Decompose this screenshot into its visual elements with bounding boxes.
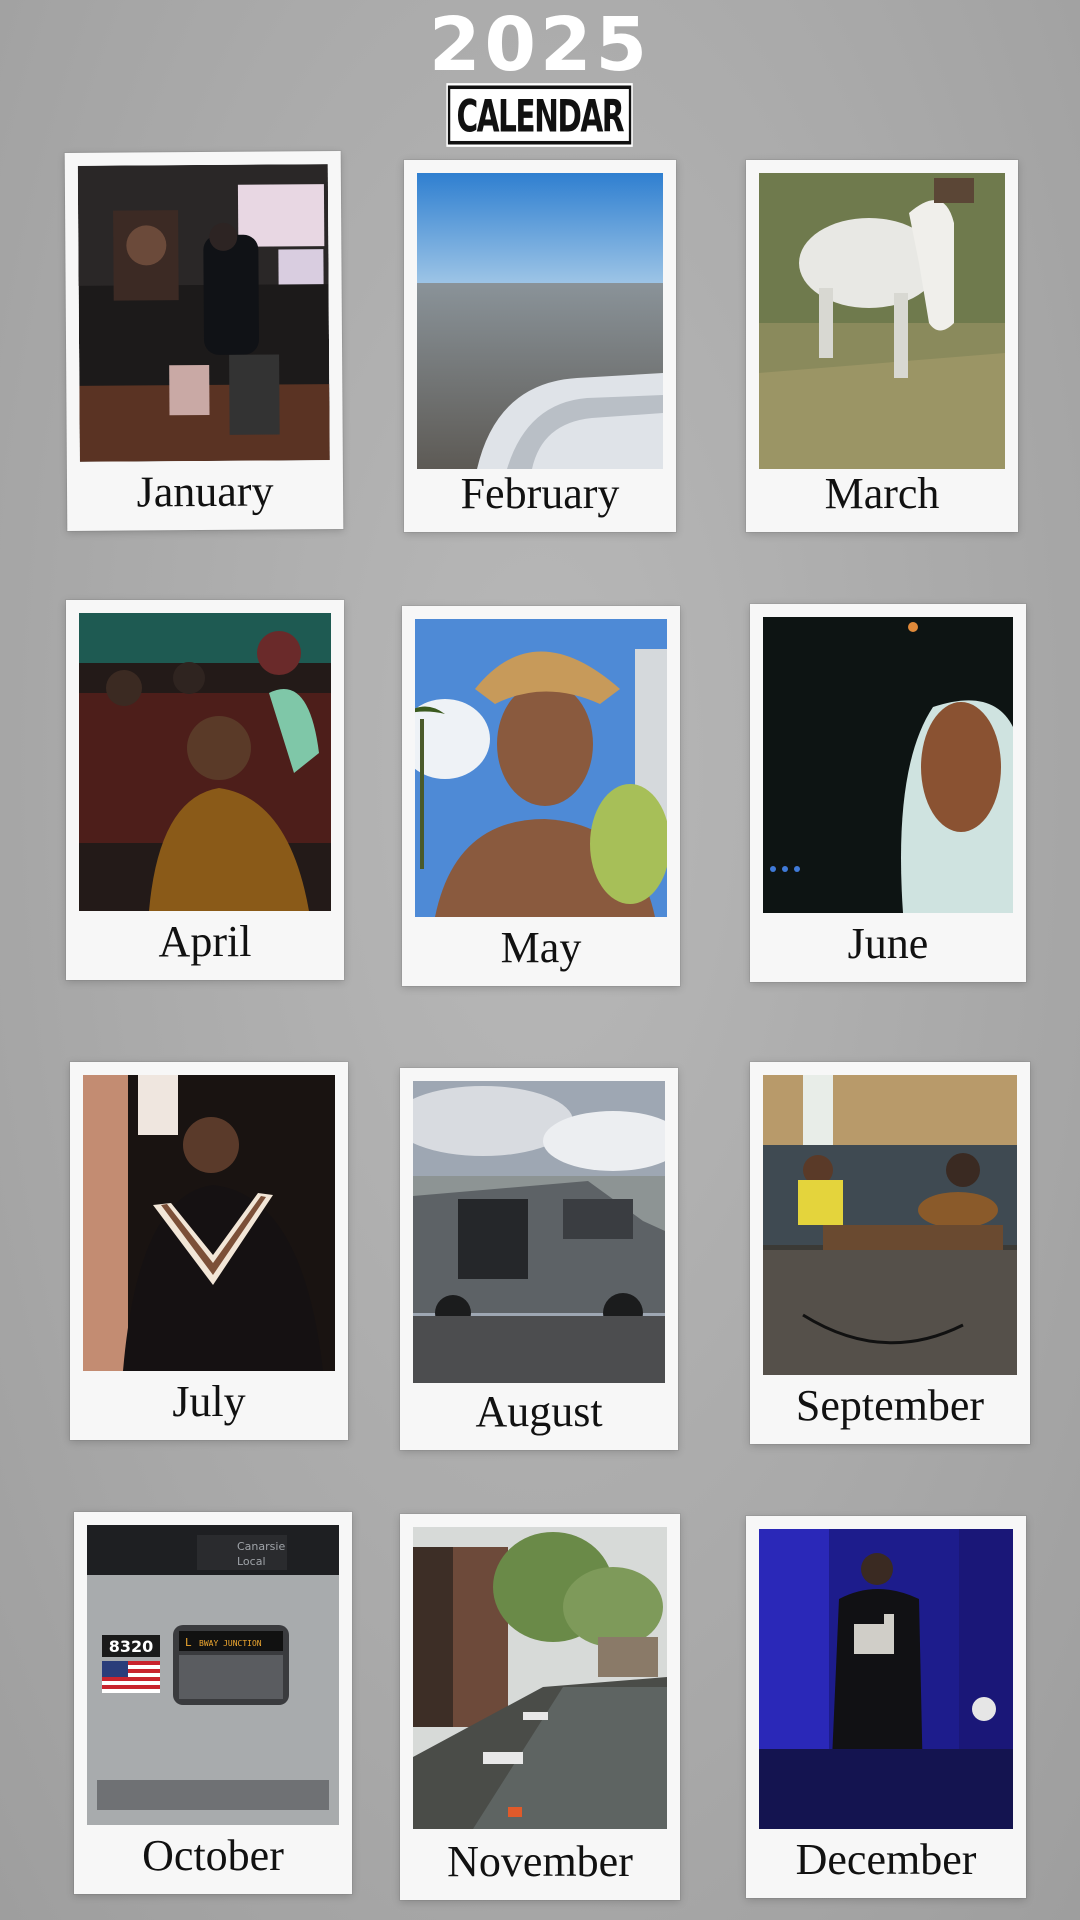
month-label-january: January (136, 466, 274, 517)
group-of-people-photo (79, 613, 331, 911)
van-photo (413, 1081, 665, 1383)
train-car-number: 8320 (109, 1637, 154, 1656)
month-card-august: August (400, 1068, 678, 1450)
month-label-august: August (475, 1387, 603, 1436)
month-label-february: February (460, 469, 620, 518)
month-card-february: February (404, 160, 676, 532)
month-label-july: July (172, 1377, 246, 1426)
studio-photo (77, 164, 330, 462)
calendar-year: 2025 (429, 2, 651, 88)
train-route-sign-line2: Local (237, 1555, 266, 1568)
month-card-july: July (70, 1062, 348, 1440)
dark-night-photo (763, 617, 1013, 913)
train-route-sign-line1: Canarsie (237, 1540, 285, 1553)
train-line-sign: L (185, 1636, 192, 1649)
month-card-october: Canarsie Local 8320 L BWAY JUNCTION Octo… (74, 1512, 352, 1894)
airplane-window-photo (417, 173, 663, 469)
calendar-header: 2025 CALENDAR (0, 0, 1080, 160)
white-horse-photo (759, 173, 1005, 469)
month-card-june: June (750, 604, 1026, 982)
month-label-september: September (795, 1381, 985, 1430)
calendar-subtitle: CALENDAR (448, 85, 632, 145)
month-label-december: December (795, 1835, 977, 1884)
music-session-photo (763, 1075, 1017, 1375)
month-label-march: March (824, 469, 940, 518)
selfie-with-coconut-photo (415, 619, 667, 917)
month-card-january: January (64, 151, 344, 531)
month-card-december: December (746, 1516, 1026, 1898)
month-label-june: June (847, 919, 929, 968)
month-label-november: November (447, 1837, 633, 1886)
month-card-november: November (400, 1514, 680, 1900)
month-card-march: March (746, 160, 1018, 532)
canal-photo (413, 1527, 667, 1829)
subway-train-photo: Canarsie Local 8320 L BWAY JUNCTION (87, 1525, 339, 1825)
month-label-may: May (500, 923, 582, 972)
concert-stage-photo (759, 1529, 1013, 1829)
month-label-october: October (142, 1831, 284, 1880)
month-card-may: May (402, 606, 680, 986)
month-card-april: April (66, 600, 344, 980)
man-in-sweater-photo (83, 1075, 335, 1371)
train-destination-sign: BWAY JUNCTION (199, 1639, 262, 1648)
month-label-april: April (158, 917, 252, 966)
month-card-september: September (750, 1062, 1030, 1444)
